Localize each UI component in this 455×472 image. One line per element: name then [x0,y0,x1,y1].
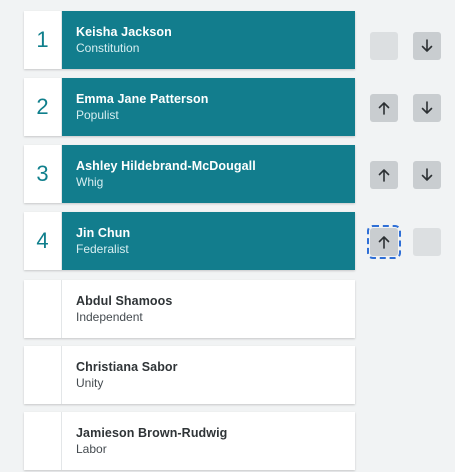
ranked-row-4[interactable]: 4 Jin Chun Federalist [24,212,355,270]
candidate-card: Keisha Jackson Constitution [62,11,355,69]
candidate-card: Ashley Hildebrand-McDougall Whig [62,145,355,203]
candidate-party: Labor [76,441,107,456]
candidate-card: Christiana Sabor Unity [62,346,355,404]
ranked-row-2[interactable]: 2 Emma Jane Patterson Populist [24,78,355,136]
arrow-down-icon [421,101,433,114]
candidate-name: Keisha Jackson [76,24,172,39]
candidate-card: Emma Jane Patterson Populist [62,78,355,136]
move-down-button [413,228,441,256]
rank-slot-empty [24,280,62,338]
candidate-party: Whig [76,174,104,189]
candidate-card: Jin Chun Federalist [62,212,355,270]
move-down-button[interactable] [413,32,441,60]
candidate-name: Christiana Sabor [76,359,178,374]
candidate-name: Ashley Hildebrand-McDougall [76,158,256,173]
move-up-button [370,32,398,60]
candidate-party: Independent [76,309,143,324]
arrow-down-icon [421,168,433,181]
unranked-row[interactable]: Christiana Sabor Unity [24,346,355,404]
candidate-party: Populist [76,107,119,122]
rank-number: 2 [24,78,62,136]
rank-slot-empty [24,412,62,470]
move-down-button[interactable] [413,161,441,189]
rank-number: 4 [24,212,62,270]
ranked-row-1[interactable]: 1 Keisha Jackson Constitution [24,11,355,69]
move-down-button[interactable] [413,94,441,122]
move-up-button[interactable] [370,161,398,189]
candidate-name: Emma Jane Patterson [76,91,209,106]
rank-slot-empty [24,346,62,404]
arrow-up-icon [378,169,390,182]
rank-number: 1 [24,11,62,69]
candidate-name: Jin Chun [76,225,131,240]
candidate-party: Unity [76,375,104,390]
ranked-row-3[interactable]: 3 Ashley Hildebrand-McDougall Whig [24,145,355,203]
arrow-up-icon [378,102,390,115]
rank-number: 3 [24,145,62,203]
unranked-row[interactable]: Abdul Shamoos Independent [24,280,355,338]
candidate-party: Federalist [76,241,129,256]
move-up-button[interactable] [370,94,398,122]
arrow-down-icon [421,39,433,52]
candidate-card: Jamieson Brown-Rudwig Labor [62,412,355,470]
candidate-party: Constitution [76,40,140,55]
candidate-name: Jamieson Brown-Rudwig [76,425,228,440]
move-up-button[interactable] [367,225,401,259]
unranked-row[interactable]: Jamieson Brown-Rudwig Labor [24,412,355,470]
candidate-card: Abdul Shamoos Independent [62,280,355,338]
arrow-up-icon [378,236,390,249]
candidate-name: Abdul Shamoos [76,293,173,308]
